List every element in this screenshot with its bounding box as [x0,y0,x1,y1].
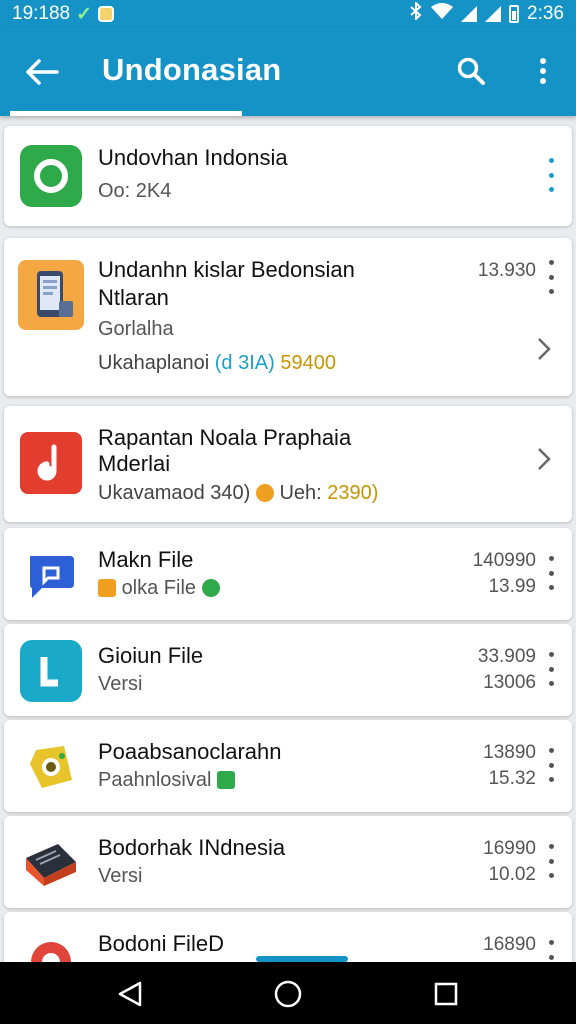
more-vert-icon [540,58,546,84]
item-title-line1: Rapantan Noala Praphaia [98,425,352,450]
item-meta-2: 15.32 [488,768,536,789]
detail-value: 2390) [327,482,379,504]
chevron-right-icon[interactable] [532,444,556,474]
check-badge-icon [201,579,220,597]
item-menu-button[interactable] [546,556,556,590]
nav-recents-button[interactable] [428,976,464,1012]
item-menu-button[interactable] [546,748,556,782]
item-meta-1: 33.909 [477,646,536,667]
phone-app-icon [18,260,84,330]
detail-prefix: Ukahaplanoi [98,352,210,374]
yellow-camera-icon [20,736,82,798]
wifi-icon [431,3,454,25]
item-title: Undovhan Indonsia [98,145,288,170]
file-icon [98,579,116,597]
battery-icon [509,5,520,23]
nav-home-button[interactable] [270,976,306,1012]
item-detail: Ukahaplanoi (d 3IA) 59400 [98,350,336,376]
status-clock: 2:36 [527,3,564,24]
item-detail: Ukavamaod 340) Ueh: 2390) [98,480,378,506]
status-bar: 19:188 ✓ 2:36 [0,0,576,28]
system-nav-bar [0,962,576,1024]
box-icon [20,832,82,894]
list-item[interactable]: Rapantan Noala Praphaia Mderlai Ukavamao… [4,406,572,522]
item-menu-button[interactable] [546,652,556,686]
bluetooth-icon [409,0,423,26]
more-options-button[interactable] [528,52,558,90]
list-item[interactable]: Gioiun File Versi 33.909 13006 [4,624,572,716]
item-menu-button[interactable] [546,940,556,962]
item-title-line2: Mderlai [98,451,171,476]
item-subtitle: Oo: 2K4 [98,180,172,202]
list-item[interactable]: Bodoni FileD 16890 [4,912,572,962]
item-menu-button[interactable] [546,158,556,192]
app-title: Undonasian [102,52,282,87]
item-meta-2: 13.99 [488,576,536,597]
item-title-line2: Ntlaran [98,285,169,310]
item-subtitle: Paahnlosival [98,769,212,791]
v-icon: ✓ [76,3,93,25]
chevron-right-icon[interactable] [532,334,556,364]
item-meta-1: 140990 [472,550,536,571]
item-subtitle: Versi [98,865,143,887]
teal-l-icon [20,640,82,702]
list-item[interactable]: Poaabsanoclarahn Paahnlosival 13890 15.3… [4,720,572,812]
signal-icon [461,6,478,22]
nav-recents-icon [434,982,458,1006]
status-time: 19:188 [12,3,71,24]
emoji-icon [255,484,274,502]
search-icon [457,57,485,85]
list-item[interactable]: Bodorhak INdnesia Versi 16990 10.02 [4,816,572,908]
app-list: Undovhan Indonsia Oo: 2K4 Undanhn kislar… [0,116,576,962]
item-meta-1: 16890 [483,934,536,955]
list-item[interactable]: Undanhn kislar Bedonsian Ntlaran Gorlalh… [4,238,572,396]
nav-back-button[interactable] [112,976,148,1012]
item-title: Gioiun File [98,643,204,668]
red-ring-icon [20,928,82,962]
detail-prefix: Ukavamaod 340) [98,482,251,504]
item-subtitle: olka File [121,577,197,599]
item-menu-button[interactable] [546,260,556,294]
item-title: Makn File [98,547,194,572]
item-subtitle: Gorlalha [98,318,174,340]
item-meta-1: 13890 [483,742,536,763]
notification-icon [98,6,115,22]
item-title: Bodorhak INdnesia [98,835,286,860]
back-button[interactable] [22,52,62,92]
search-button[interactable] [452,52,490,90]
detail-mid: Ueh: [279,482,322,504]
item-meta: 13.930 [477,260,536,281]
green-ring-icon [20,145,82,207]
item-meta-2: 13006 [483,672,536,693]
signal-icon [485,6,502,22]
item-meta-2: 10.02 [488,864,536,885]
detail-link[interactable]: (d 3IA) [215,352,275,374]
music-note-icon [20,432,82,494]
item-title: Bodoni FileD [98,931,224,956]
list-item[interactable]: Undovhan Indonsia Oo: 2K4 [4,126,572,226]
list-item[interactable]: Makn File olka File 140990 13.99 [4,528,572,620]
nav-home-icon [274,980,302,1008]
item-subtitle: Versi [98,673,143,695]
detail-value: 59400 [280,352,336,374]
item-subtitle-row: Paahnlosival [98,767,235,793]
app-bar: Undonasian [0,28,576,116]
nav-back-icon [118,981,142,1007]
item-menu-button[interactable] [546,844,556,878]
verified-icon [216,771,235,789]
item-title: Poaabsanoclarahn [98,739,282,764]
arrow-left-icon [26,59,59,85]
chat-bubble-icon [20,544,82,606]
item-subtitle-row: olka File [98,575,220,601]
item-meta-1: 16990 [483,838,536,859]
item-title-line1: Undanhn kislar Bedonsian [98,257,355,282]
